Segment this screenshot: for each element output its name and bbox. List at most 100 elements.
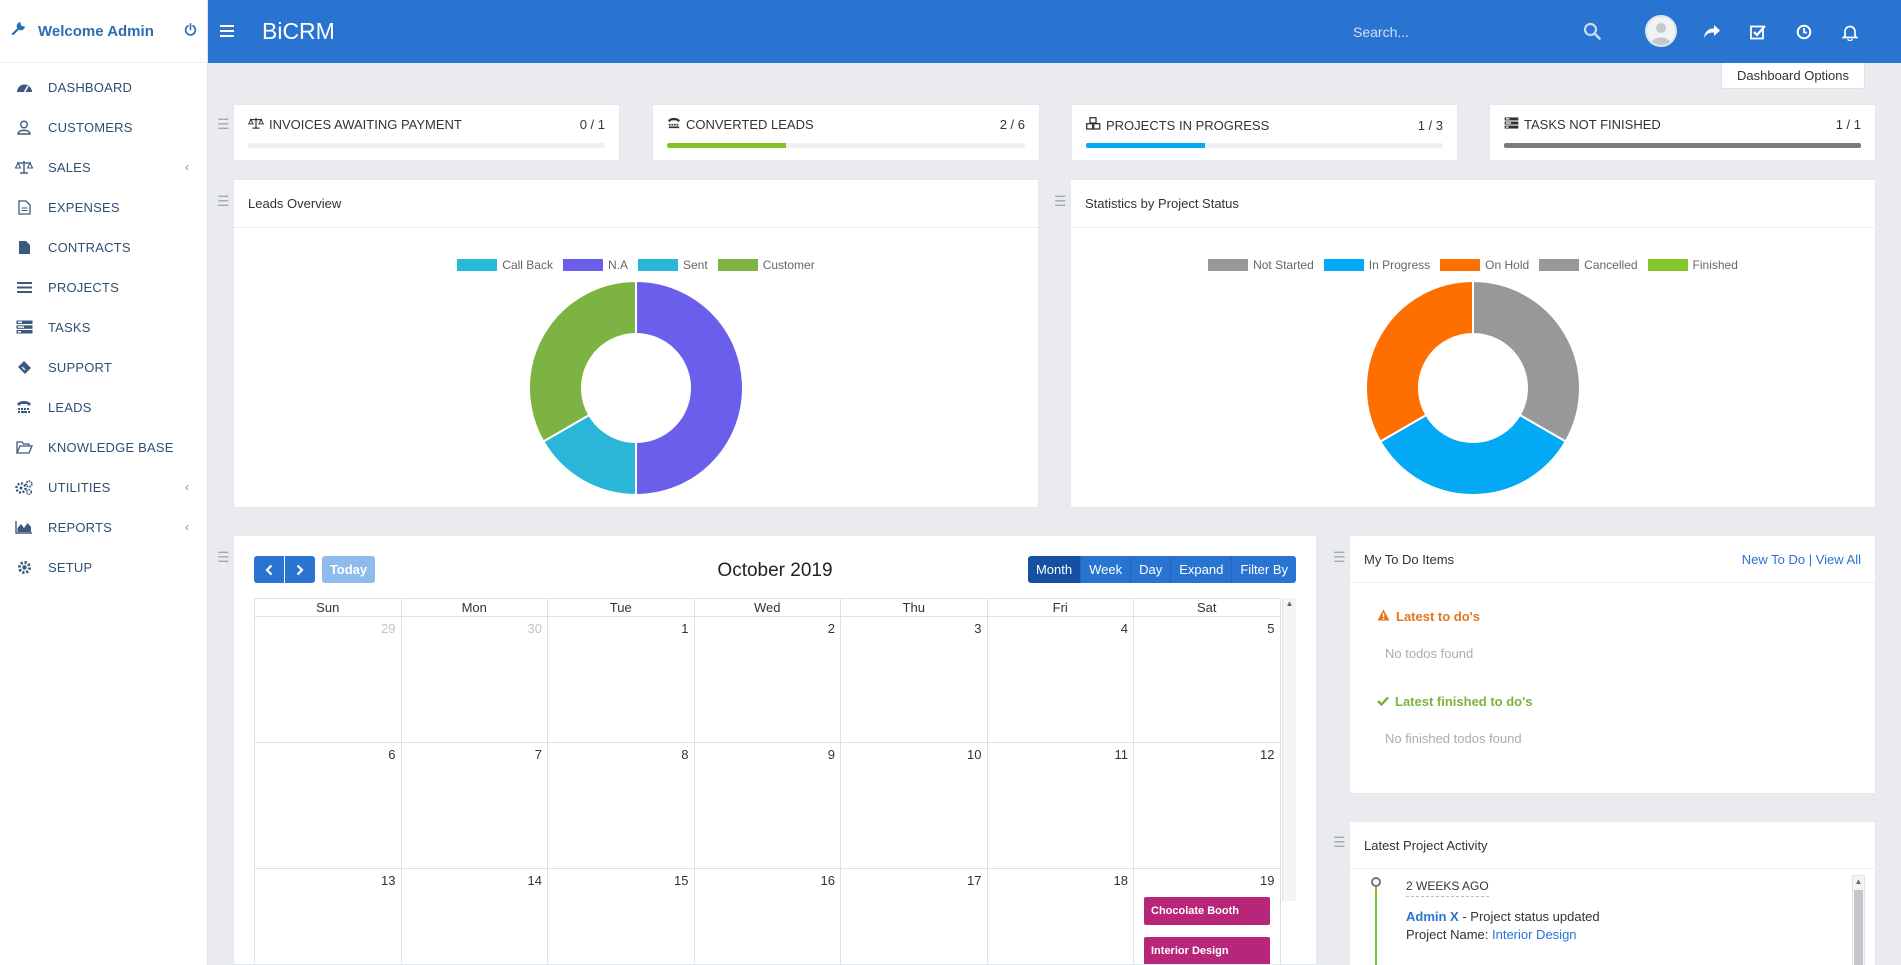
stat-converted-leads[interactable]: CONVERTED LEADS 2 / 6 — [652, 104, 1040, 161]
calendar-filter-button[interactable]: Filter By — [1232, 556, 1296, 583]
day-number: 18 — [1113, 873, 1128, 888]
donut-slice-n-a[interactable] — [635, 280, 744, 496]
calendar-day-cell[interactable]: 30 — [401, 617, 548, 743]
activity-scrollbar[interactable]: ▲ — [1852, 875, 1865, 965]
legend-swatch — [562, 259, 603, 271]
legend-item[interactable]: On Hold — [1440, 258, 1529, 272]
legend-label: Cancelled — [1584, 258, 1638, 272]
sidebar-item-projects[interactable]: PROJECTS — [0, 267, 207, 307]
legend-item[interactable]: In Progress — [1323, 258, 1430, 272]
scroll-thumb[interactable] — [1854, 890, 1863, 965]
search-input[interactable] — [1353, 24, 1583, 40]
calendar-view-day[interactable]: Day — [1131, 556, 1172, 583]
scroll-up-icon[interactable]: ▲ — [1853, 876, 1864, 888]
legend-item[interactable]: Customer — [717, 258, 815, 272]
activity-action: - Project status updated — [1458, 909, 1600, 924]
scroll-up-icon[interactable]: ▲ — [1283, 598, 1296, 610]
folder-open-icon — [14, 439, 34, 455]
legend-item[interactable]: Finished — [1647, 258, 1738, 272]
calendar-view-month[interactable]: Month — [1027, 556, 1082, 583]
new-todo-link[interactable]: New To Do — [1742, 552, 1805, 567]
drag-handle-icon[interactable]: ☰ — [217, 193, 230, 210]
project-name-link[interactable]: Interior Design — [1492, 927, 1577, 942]
drag-handle-icon[interactable]: ☰ — [217, 549, 230, 566]
sidebar-item-customers[interactable]: CUSTOMERS — [0, 107, 207, 147]
weekday-label: Tue — [548, 599, 695, 617]
leads-overview-panel: Leads Overview Call Back N.A Sent Customer — [233, 179, 1039, 508]
legend-item[interactable]: Call Back — [457, 258, 553, 272]
calendar-day-cell[interactable]: 2 — [694, 617, 841, 743]
donut-slice-customer[interactable] — [528, 280, 637, 443]
checkbox-icon[interactable] — [1747, 21, 1769, 43]
search-icon[interactable] — [1583, 22, 1601, 43]
stat-tasks-not-finished[interactable]: TASKS NOT FINISHED 1 / 1 — [1489, 104, 1876, 161]
activity-user-link[interactable]: Admin X — [1406, 909, 1459, 924]
cubes-icon — [1086, 117, 1101, 133]
calendar-day-cell[interactable]: 9 — [694, 743, 841, 869]
sidebar-item-contracts[interactable]: CONTRACTS — [0, 227, 207, 267]
calendar-day-cell[interactable]: 6 — [255, 743, 402, 869]
day-number: 30 — [527, 621, 542, 636]
menu-toggle-icon[interactable] — [220, 21, 248, 42]
calendar-day-cell[interactable]: 7 — [401, 743, 548, 869]
power-icon[interactable] — [184, 23, 197, 39]
sidebar-item-support[interactable]: SUPPORT — [0, 347, 207, 387]
calendar-scrollbar[interactable]: ▲ — [1282, 598, 1296, 901]
calendar-day-cell[interactable]: 29 — [255, 617, 402, 743]
calendar-expand-button[interactable]: Expand — [1171, 556, 1233, 583]
calendar-day-cell[interactable]: 14 — [402, 869, 548, 964]
calendar-day-cell[interactable]: 1 — [548, 617, 695, 743]
weekday-label: Sat — [1134, 599, 1281, 617]
legend-item[interactable]: Sent — [638, 258, 708, 272]
drag-handle-icon[interactable]: ☰ — [217, 116, 230, 133]
view-all-link[interactable]: | View All — [1809, 552, 1861, 567]
legend-item[interactable]: N.A — [562, 258, 628, 272]
share-icon[interactable] — [1701, 21, 1723, 43]
calendar-day-cell[interactable]: 3 — [841, 617, 988, 743]
calendar-day-cell[interactable]: 4 — [987, 617, 1134, 743]
sidebar-item-label: CONTRACTS — [48, 239, 131, 255]
donut-slice-not-started[interactable] — [1472, 280, 1581, 443]
progress-fill — [667, 143, 787, 148]
brand-logo[interactable]: BiCRM — [262, 18, 335, 45]
sidebar-item-reports[interactable]: REPORTS ‹ — [0, 507, 207, 547]
sidebar-item-leads[interactable]: LEADS — [0, 387, 207, 427]
clock-icon[interactable] — [1793, 21, 1815, 43]
drag-handle-icon[interactable]: ☰ — [1333, 549, 1346, 566]
donut-slice-on-hold[interactable] — [1365, 280, 1474, 443]
calendar-day-cell[interactable]: 11 — [987, 743, 1134, 869]
stat-invoices-awaiting[interactable]: INVOICES AWAITING PAYMENT 0 / 1 — [233, 104, 620, 161]
ticket-icon — [14, 359, 34, 375]
dashboard-options-button[interactable]: Dashboard Options — [1721, 63, 1866, 89]
avatar[interactable] — [1645, 15, 1677, 47]
sidebar-item-setup[interactable]: SETUP — [0, 547, 207, 587]
donut-slice-in-progress[interactable] — [1378, 413, 1568, 496]
sidebar-item-sales[interactable]: SALES ‹ — [0, 147, 207, 187]
bell-icon[interactable] — [1839, 21, 1861, 43]
sidebar-item-utilities[interactable]: UTILITIES ‹ — [0, 467, 207, 507]
sidebar-item-expenses[interactable]: EXPENSES — [0, 187, 207, 227]
chevron-left-icon: ‹ — [185, 160, 189, 174]
calendar-day-cell[interactable]: 18 — [988, 869, 1134, 964]
calendar-day-cell[interactable]: 5 — [1134, 617, 1281, 743]
legend-item[interactable]: Not Started — [1208, 258, 1314, 272]
calendar-day-cell[interactable]: 17 — [841, 869, 988, 964]
calendar-day-cell[interactable]: 16 — [695, 869, 841, 964]
legend-item[interactable]: Cancelled — [1539, 258, 1638, 272]
drag-handle-icon[interactable]: ☰ — [1054, 193, 1067, 210]
calendar-day-cell[interactable]: 8 — [548, 743, 695, 869]
sidebar-item-knowledge-base[interactable]: KNOWLEDGE BASE — [0, 427, 207, 467]
calendar-day-cell[interactable]: 10 — [841, 743, 988, 869]
sidebar-item-dashboard[interactable]: DASHBOARD — [0, 67, 207, 107]
stat-projects-in-progress[interactable]: PROJECTS IN PROGRESS 1 / 3 — [1071, 104, 1458, 161]
calendar-event[interactable]: Chocolate Booth — [1144, 897, 1270, 925]
calendar-event[interactable]: Interior Design — [1144, 937, 1270, 964]
day-number: 16 — [820, 873, 835, 888]
calendar-day-cell[interactable]: 13 — [255, 869, 402, 964]
calendar-day-cell[interactable]: 19 Chocolate Booth Interior Design — [1134, 869, 1281, 964]
drag-handle-icon[interactable]: ☰ — [1333, 834, 1346, 851]
sidebar-item-tasks[interactable]: TASKS — [0, 307, 207, 347]
calendar-view-week[interactable]: Week — [1081, 556, 1132, 583]
calendar-day-cell[interactable]: 12 — [1134, 743, 1281, 869]
calendar-day-cell[interactable]: 15 — [548, 869, 695, 964]
